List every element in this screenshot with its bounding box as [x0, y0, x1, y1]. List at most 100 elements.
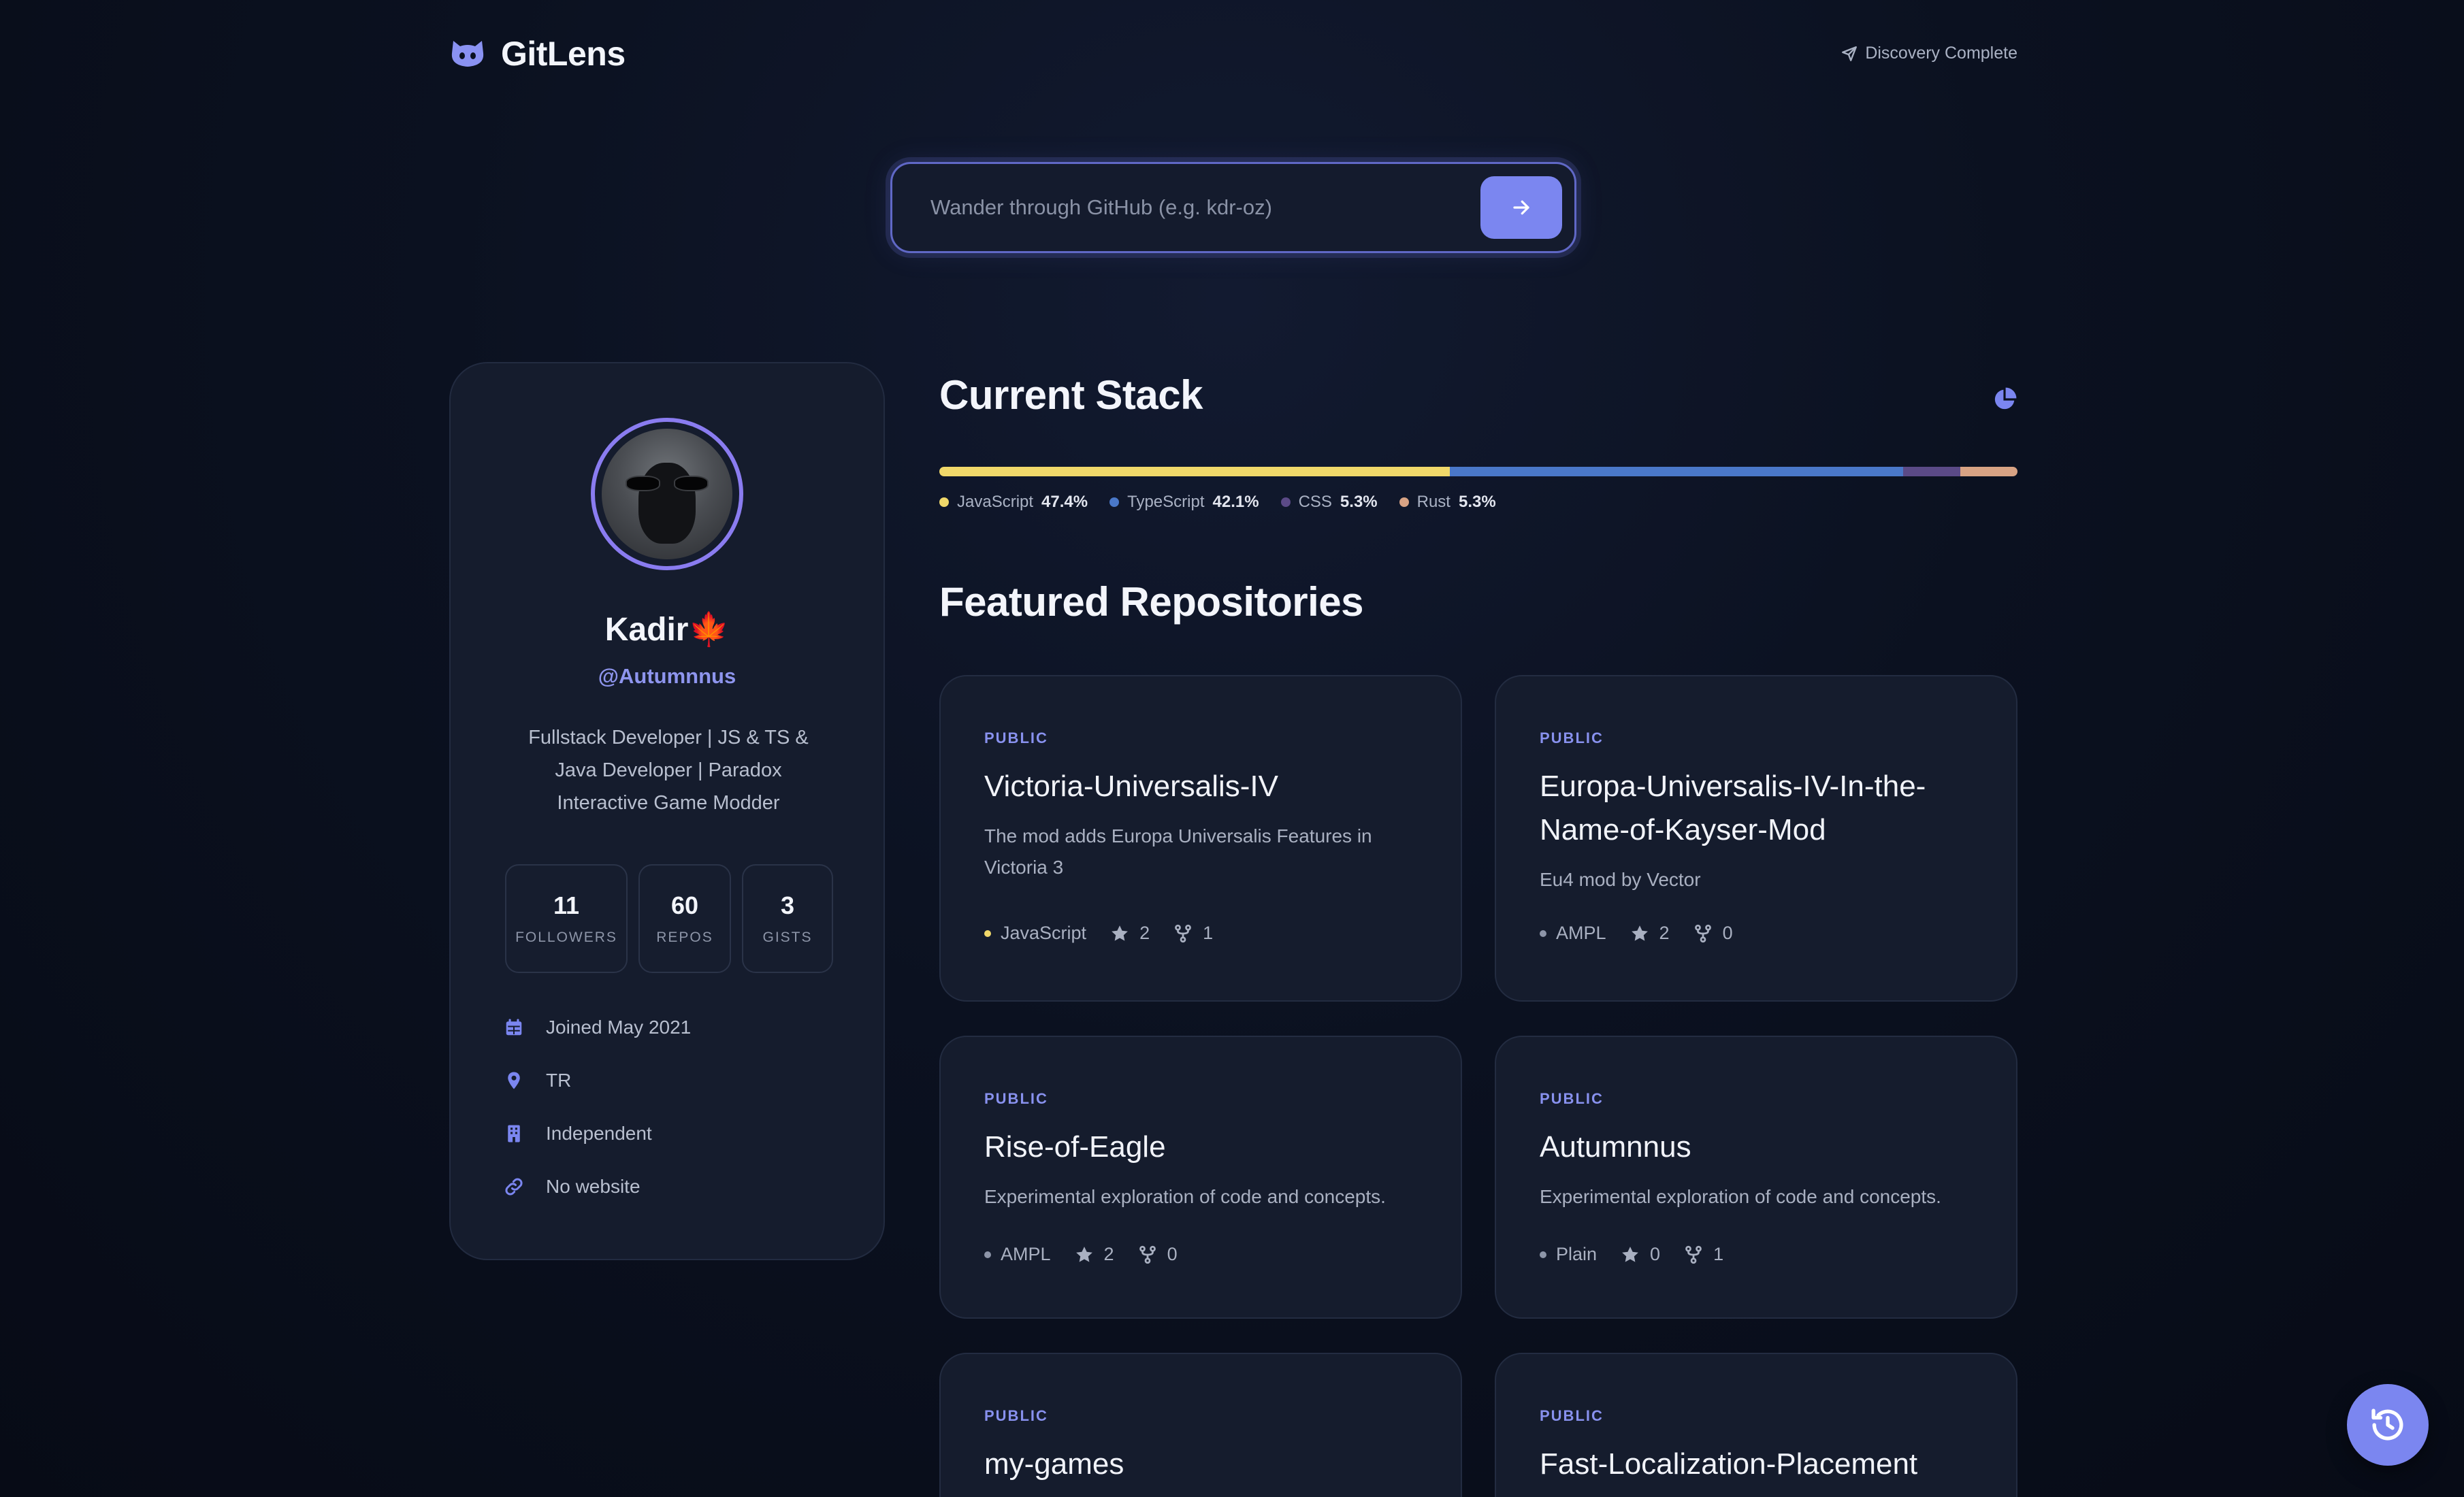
repo-stars-count: 0: [1650, 1244, 1661, 1264]
repo-card[interactable]: PUBLIC Fast-Localization-Placement: [1495, 1353, 2017, 1497]
repo-description: Eu4 mod by Vector: [1540, 869, 1701, 890]
profile-bio: Fullstack Developer | JS & TS & Java Dev…: [528, 727, 809, 814]
repo-stars-count: 2: [1103, 1244, 1114, 1264]
legend-dot: [1280, 497, 1291, 507]
repo-description: Experimental exploration of code and con…: [1540, 1186, 1941, 1207]
info-joined: Joined May 2021: [504, 1017, 691, 1038]
repo-name[interactable]: Rise-of-Eagle: [984, 1125, 1427, 1169]
repo-name[interactable]: my-games: [984, 1443, 1427, 1486]
repo-meta: AMPL 2 0: [1540, 923, 1733, 944]
legend-dot: [1109, 497, 1120, 507]
repo-meta: Plain 0 1: [1540, 1244, 1723, 1265]
location-pin-icon: [508, 1072, 520, 1089]
link-icon: [505, 1178, 523, 1196]
language-dot: [984, 930, 991, 937]
stat-label: GISTS: [762, 930, 813, 945]
calendar-icon: [506, 1019, 522, 1036]
repo-stars: 2: [1109, 923, 1150, 944]
repo-forks: 0: [1137, 1244, 1178, 1265]
stat-followers[interactable]: 11 FOLLOWERS: [505, 864, 628, 973]
stat-repos[interactable]: 60 REPOS: [638, 864, 731, 973]
repo-language: AMPL: [1540, 923, 1606, 944]
language-dot: [1540, 1251, 1546, 1258]
repo-card[interactable]: PUBLIC Victoria-Universalis-IV The mod a…: [939, 675, 1462, 1002]
repo-name[interactable]: Europa-Universalis-IV-In-the-Name-of-Kay…: [1540, 765, 1982, 852]
brand[interactable]: GitLens: [449, 34, 626, 73]
profile-info-list: Joined May 2021 TR Independent No websit…: [504, 1017, 691, 1198]
repo-forks-count: 0: [1167, 1244, 1178, 1264]
profile-name: Kadir🍁: [604, 612, 730, 648]
repo-forks: 0: [1693, 923, 1733, 944]
avatar[interactable]: [591, 418, 743, 570]
stat-value: 11: [553, 891, 580, 919]
repo-language-label: Plain: [1556, 1244, 1598, 1264]
legend-name: Rust: [1416, 493, 1450, 511]
legend-item-typescript: TypeScript 42.1%: [1109, 493, 1259, 512]
repo-card[interactable]: PUBLIC Rise-of-Eagle Experimental explor…: [939, 1036, 1462, 1319]
stack-segment-css: [1903, 467, 1961, 476]
legend-percent: 47.4%: [1041, 493, 1088, 511]
legend-dot: [1399, 497, 1409, 507]
stack-segment-rust: [1960, 467, 2017, 476]
repo-meta: JavaScript 2 1: [984, 923, 1213, 944]
star-icon: [1622, 1246, 1638, 1262]
repo-stars: 2: [1074, 1244, 1114, 1265]
history-button[interactable]: [2347, 1384, 2429, 1466]
legend-percent: 5.3%: [1340, 493, 1378, 511]
legend-item-css: CSS 5.3%: [1280, 493, 1378, 512]
search-bar: [890, 162, 1576, 253]
stat-value: 3: [780, 891, 795, 919]
repo-name[interactable]: Fast-Localization-Placement: [1540, 1443, 1982, 1486]
repo-card[interactable]: PUBLIC my-games: [939, 1353, 1462, 1497]
fork-icon: [1175, 924, 1191, 942]
stat-gists[interactable]: 3 GISTS: [742, 864, 833, 973]
github-cat-logo-icon: [451, 41, 484, 67]
repo-language: Plain: [1540, 1244, 1597, 1265]
building-icon: [508, 1125, 520, 1142]
legend-name: TypeScript: [1127, 493, 1205, 511]
stack-title: Current Stack: [939, 372, 1203, 418]
repo-visibility-badge: PUBLIC: [984, 729, 1048, 746]
repo-language-label: AMPL: [1556, 923, 1606, 943]
repo-stars-count: 2: [1659, 923, 1670, 943]
send-icon: [1842, 46, 1858, 61]
legend-name: CSS: [1298, 493, 1332, 511]
star-icon: [1112, 925, 1128, 941]
language-stack-bar: [939, 467, 2017, 476]
repo-stars-count: 2: [1139, 923, 1150, 943]
profile-card: Kadir🍁 @Autumnnus Fullstack Developer | …: [449, 362, 885, 1260]
repo-forks-count: 1: [1713, 1244, 1724, 1264]
info-location: TR: [504, 1070, 691, 1091]
search-input[interactable]: [930, 195, 1480, 220]
repo-forks: 1: [1683, 1244, 1723, 1265]
repo-card[interactable]: PUBLIC Europa-Universalis-IV-In-the-Name…: [1495, 675, 2017, 1002]
language-legend: JavaScript 47.4% TypeScript 42.1% CSS 5.…: [939, 493, 1496, 512]
search-submit-button[interactable]: [1480, 176, 1562, 239]
profile-stats: 11 FOLLOWERS 60 REPOS 3 GISTS: [505, 864, 833, 973]
stack-segment-typescript: [1450, 467, 1904, 476]
profile-handle[interactable]: @Autumnnus: [451, 664, 884, 689]
repo-visibility-badge: PUBLIC: [984, 1407, 1048, 1424]
repo-name[interactable]: Autumnnus: [1540, 1125, 1982, 1169]
avatar-image: [602, 429, 732, 559]
repos-title: Featured Repositories: [939, 579, 1364, 625]
repo-card[interactable]: PUBLIC Autumnnus Experimental exploratio…: [1495, 1036, 2017, 1319]
repo-name[interactable]: Victoria-Universalis-IV: [984, 765, 1427, 808]
legend-percent: 5.3%: [1458, 493, 1496, 511]
repo-visibility-badge: PUBLIC: [984, 1090, 1048, 1107]
info-text: No website: [546, 1176, 641, 1197]
legend-dot: [939, 497, 949, 507]
repo-language: AMPL: [984, 1244, 1051, 1265]
repo-visibility-badge: PUBLIC: [1540, 1407, 1604, 1424]
repo-language: JavaScript: [984, 923, 1086, 944]
fork-icon: [1694, 924, 1711, 942]
pie-chart-icon[interactable]: [1992, 386, 2017, 412]
repo-forks: 1: [1173, 923, 1213, 944]
repo-forks-count: 1: [1203, 923, 1214, 943]
language-dot: [984, 1251, 991, 1258]
repo-forks-count: 0: [1722, 923, 1733, 943]
repo-meta: AMPL 2 0: [984, 1244, 1178, 1265]
repo-language-label: AMPL: [1001, 1244, 1051, 1264]
history-icon: [2371, 1409, 2403, 1441]
stat-label: REPOS: [656, 930, 713, 945]
